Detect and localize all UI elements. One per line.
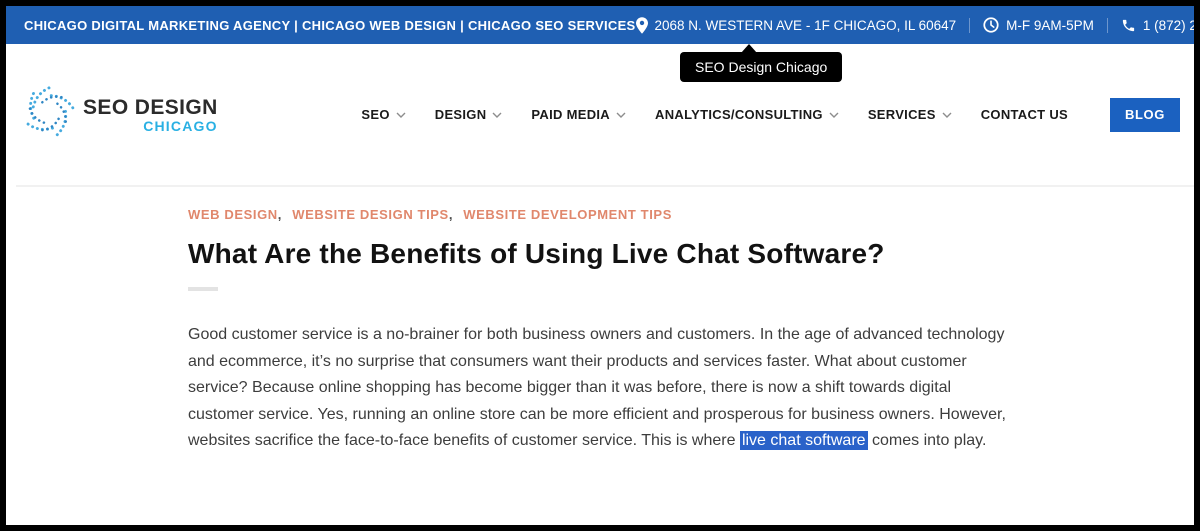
chevron-down-icon bbox=[616, 112, 626, 118]
category-link-website-design-tips[interactable]: WEBSITE DESIGN TIPS bbox=[292, 207, 449, 222]
blog-button[interactable]: BLOG bbox=[1110, 98, 1180, 132]
nav-item-seo[interactable]: SEO bbox=[361, 107, 405, 122]
paragraph-text: Good customer service is a no-brainer fo… bbox=[188, 326, 1006, 449]
nav-label: DESIGN bbox=[435, 107, 487, 122]
nav-label: SEO bbox=[361, 107, 389, 122]
nav-label: SERVICES bbox=[868, 107, 936, 122]
main-nav: SEO DESIGN PAID MEDIA ANALYTICS/CONSULTI… bbox=[361, 107, 1068, 122]
nav-label: ANALYTICS/CONSULTING bbox=[655, 107, 823, 122]
site-logo[interactable]: SEO DESIGN CHICAGO bbox=[20, 83, 218, 146]
clock-icon bbox=[983, 17, 999, 33]
phone-text: 1 (872) 213-7314 bbox=[1143, 18, 1200, 33]
topbar-divider bbox=[969, 18, 970, 33]
nav-item-paid-media[interactable]: PAID MEDIA bbox=[531, 107, 626, 122]
hours-group: M-F 9AM-5PM bbox=[983, 17, 1094, 33]
address-group: 2068 N. WESTERN AVE - 1F CHICAGO, IL 606… bbox=[636, 17, 957, 34]
paragraph-text: comes into play. bbox=[868, 432, 987, 449]
category-link-website-development-tips[interactable]: WEBSITE DEVELOPMENT TIPS bbox=[463, 207, 672, 222]
topbar-divider bbox=[1107, 18, 1108, 33]
nav-item-analytics-consulting[interactable]: ANALYTICS/CONSULTING bbox=[655, 107, 839, 122]
chevron-down-icon bbox=[492, 112, 502, 118]
tooltip: SEO Design Chicago bbox=[680, 52, 842, 82]
logo-swirl-icon bbox=[20, 83, 78, 146]
phone-group[interactable]: 1 (872) 213-7314 bbox=[1121, 18, 1200, 33]
page: CHICAGO DIGITAL MARKETING AGENCY | CHICA… bbox=[0, 0, 1200, 531]
category-separator: , bbox=[278, 207, 282, 222]
chevron-down-icon bbox=[829, 112, 839, 118]
nav-label: CONTACT US bbox=[981, 107, 1068, 122]
article-paragraph: Good customer service is a no-brainer fo… bbox=[188, 322, 1018, 455]
top-info-bar: CHICAGO DIGITAL MARKETING AGENCY | CHICA… bbox=[6, 6, 1194, 44]
chevron-down-icon bbox=[396, 112, 406, 118]
address-text: 2068 N. WESTERN AVE - 1F CHICAGO, IL 606… bbox=[655, 18, 957, 33]
category-separator: , bbox=[449, 207, 453, 222]
nav-item-design[interactable]: DESIGN bbox=[435, 107, 503, 122]
topbar-headline: CHICAGO DIGITAL MARKETING AGENCY | CHICA… bbox=[24, 18, 636, 33]
category-link-web-design[interactable]: WEB DESIGN bbox=[188, 207, 278, 222]
logo-city: CHICAGO bbox=[83, 119, 218, 133]
phone-icon bbox=[1121, 18, 1136, 33]
tooltip-text: SEO Design Chicago bbox=[695, 59, 827, 75]
topbar-contact-info: 2068 N. WESTERN AVE - 1F CHICAGO, IL 606… bbox=[636, 17, 1200, 34]
article: WEB DESIGN, WEBSITE DESIGN TIPS, WEBSITE… bbox=[6, 187, 1194, 455]
title-underline-dash bbox=[188, 287, 218, 291]
logo-name: SEO DESIGN bbox=[83, 97, 218, 119]
site-header: SEO DESIGN CHICAGO SEO DESIGN PAID MEDIA… bbox=[6, 44, 1194, 185]
nav-item-contact-us[interactable]: CONTACT US bbox=[981, 107, 1068, 122]
hours-text: M-F 9AM-5PM bbox=[1006, 18, 1094, 33]
page-title: What Are the Benefits of Using Live Chat… bbox=[188, 238, 1194, 270]
location-pin-icon bbox=[636, 17, 648, 34]
live-chat-software-link[interactable]: live chat software bbox=[740, 431, 868, 450]
chevron-down-icon bbox=[942, 112, 952, 118]
logo-text: SEO DESIGN CHICAGO bbox=[83, 97, 218, 133]
category-links: WEB DESIGN, WEBSITE DESIGN TIPS, WEBSITE… bbox=[188, 207, 1194, 222]
nav-label: PAID MEDIA bbox=[531, 107, 610, 122]
nav-item-services[interactable]: SERVICES bbox=[868, 107, 952, 122]
